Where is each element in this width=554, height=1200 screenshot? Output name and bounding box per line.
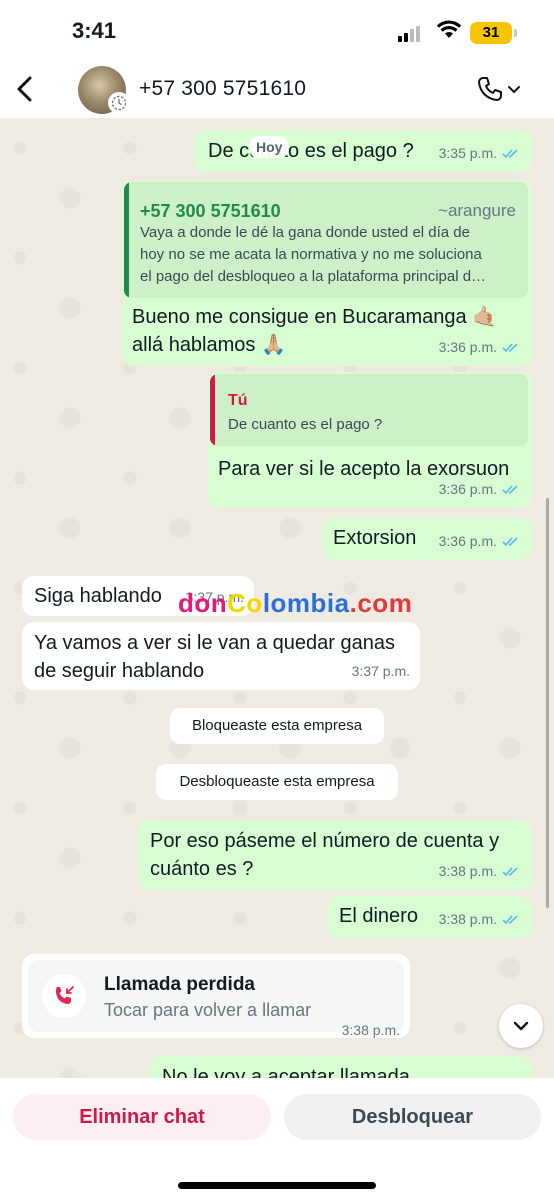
message-text: cuánto es ? (150, 858, 254, 880)
system-message-unblocked: Desbloqueaste esta empresa (156, 764, 398, 800)
contact-name[interactable]: +57 300 5751610 (139, 77, 306, 101)
bottom-action-bar: Eliminar chat Desbloquear (0, 1078, 554, 1200)
quoted-author: +57 300 5751610 (140, 201, 281, 221)
quoted-text-line: el pago del desbloqueo a la plataforma p… (140, 268, 487, 285)
message-text: Bueno me consigue en Bucaramanga 🤙🏼 (132, 306, 498, 328)
delete-chat-button[interactable]: Eliminar chat (13, 1094, 271, 1140)
wifi-icon (436, 20, 462, 38)
chevron-down-icon (513, 1021, 529, 1031)
read-receipt-icon (502, 148, 518, 158)
message-text: El dinero (339, 905, 418, 927)
scroll-to-bottom-button[interactable] (499, 1004, 543, 1048)
message-bubble[interactable]: No le voy a aceptar llamada (150, 1056, 532, 1078)
quoted-author: Tú (228, 392, 248, 409)
missed-call-subtitle: Tocar para volver a llamar (104, 1000, 312, 1020)
message-time: 3:36 p.m. (438, 339, 497, 355)
missed-call-icon (42, 974, 86, 1018)
system-message-blocked: Bloqueaste esta empresa (170, 708, 384, 744)
message-time: 3:35 p.m. (438, 145, 497, 161)
message-text: Extorsion (333, 527, 417, 549)
message-bubble[interactable]: Extorsion 3:36 p.m. (322, 518, 532, 560)
read-receipt-icon (502, 342, 518, 352)
chevron-down-icon (508, 86, 520, 94)
scrollbar[interactable] (546, 498, 549, 908)
quoted-text-line: hoy no se me acata la normativa y no me … (140, 246, 482, 263)
message-text: de seguir hablando (34, 660, 205, 682)
battery-icon: 31 (470, 22, 517, 44)
missed-call-card[interactable]: Llamada perdida Tocar para volver a llam… (22, 954, 410, 1038)
message-bubble[interactable]: +57 300 5751610 ~arangure Vaya a donde l… (122, 180, 532, 366)
message-bubble[interactable]: Ya vamos a ver si le van a quedar ganas … (22, 622, 420, 690)
read-receipt-icon (502, 866, 518, 876)
message-bubble[interactable]: El dinero 3:38 p.m. (327, 896, 532, 938)
quoted-text-line: Vaya a donde le dé la gana donde usted e… (140, 224, 470, 241)
message-text: allá hablamos 🙏🏼 (132, 334, 286, 356)
message-time: 3:36 p.m. (438, 533, 497, 549)
read-receipt-icon (502, 536, 518, 546)
message-time: 3:38 p.m. (438, 863, 497, 879)
message-time: 3:38 p.m. (438, 911, 497, 927)
home-indicator[interactable] (178, 1182, 376, 1189)
phone-icon (478, 77, 502, 101)
message-text: Por eso páseme el número de cuenta y (150, 830, 500, 852)
chat-header: +57 300 5751610 (0, 62, 554, 118)
message-text: Ya vamos a ver si le van a quedar ganas (34, 632, 395, 654)
back-arrow-icon[interactable] (12, 74, 40, 104)
cellular-signal-icon (398, 26, 420, 42)
watermark: donColombia.com (178, 588, 413, 618)
status-time: 3:41 (72, 18, 117, 43)
quoted-message[interactable]: Tú De cuanto es el pago ? (210, 374, 528, 446)
status-bar: 3:41 31 (0, 0, 554, 62)
message-time: 3:38 p.m. (341, 1022, 400, 1038)
message-text: Siga hablando (34, 585, 162, 607)
quoted-alias: ~arangure (438, 201, 516, 220)
message-bubble[interactable]: Tú De cuanto es el pago ? Para ver si le… (208, 372, 532, 508)
date-chip: Hoy (250, 136, 289, 158)
call-button[interactable] (476, 72, 528, 106)
missed-call-title: Llamada perdida (104, 974, 255, 995)
message-text: De cuanto es el pago ? (208, 140, 414, 162)
message-time: 3:37 p.m. (351, 663, 410, 679)
unblock-button[interactable]: Desbloquear (284, 1094, 541, 1140)
quoted-message[interactable]: +57 300 5751610 ~arangure Vaya a donde l… (124, 182, 528, 298)
message-time: 3:36 p.m. (438, 481, 497, 497)
chat-area[interactable]: De cuanto es el pago ? 3:35 p.m. Hoy +57… (0, 118, 554, 1078)
read-receipt-icon (502, 914, 518, 924)
quoted-text-line: De cuanto es el pago ? (228, 416, 383, 433)
read-receipt-icon (502, 484, 518, 494)
message-bubble[interactable]: Por eso páseme el número de cuenta y cuá… (138, 820, 532, 890)
message-bubble[interactable]: De cuanto es el pago ? 3:35 p.m. (194, 130, 532, 172)
message-text: No le voy a aceptar llamada (162, 1066, 410, 1078)
clock-icon (108, 92, 130, 114)
